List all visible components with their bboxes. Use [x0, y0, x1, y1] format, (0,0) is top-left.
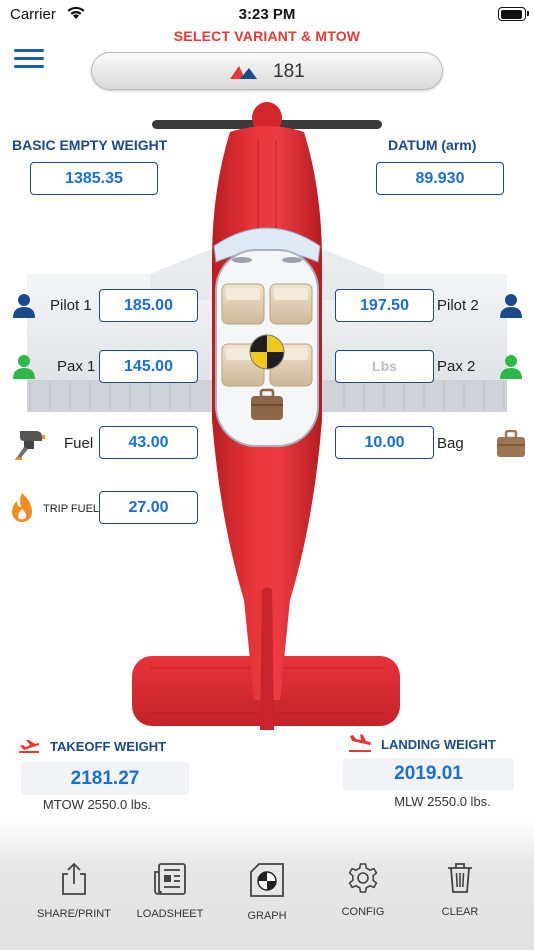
fuel-label: Fuel [64, 435, 94, 452]
pilot1-person-icon [13, 294, 35, 318]
trip-fuel-label: TRIP FUEL [43, 503, 100, 515]
baggage-icon [497, 430, 525, 457]
mtow-label: MTOW 2550.0 lbs. [42, 797, 152, 812]
share-icon [62, 862, 86, 895]
mlw-label: MLW 2550.0 lbs. [394, 794, 491, 809]
loadsheet-icon [154, 863, 186, 895]
trash-icon [448, 863, 472, 893]
basic-empty-weight-field[interactable]: 1385.35 [30, 162, 158, 195]
pax2-label: Pax 2 [437, 358, 476, 375]
takeoff-plane-icon [19, 740, 40, 753]
share-print-button[interactable]: SHARE/PRINT [29, 862, 119, 920]
cg-target-icon [249, 334, 285, 370]
graph-button[interactable]: GRAPH [222, 862, 312, 922]
bottom-toolbar: SHARE/PRINT LOADSHEET GRAPH CONFIG CLEAR [0, 820, 534, 950]
trip-fuel-field[interactable]: 27.00 [99, 491, 198, 524]
pax1-field[interactable]: 145.00 [99, 350, 198, 383]
clear-button[interactable]: CLEAR [415, 862, 505, 918]
fuel-field[interactable]: 43.00 [99, 426, 198, 459]
loadsheet-label: LOADSHEET [136, 908, 204, 920]
pilot1-label: Pilot 1 [50, 297, 92, 314]
graph-icon [250, 863, 284, 897]
config-button[interactable]: CONFIG [318, 862, 408, 918]
trip-fuel-flame-icon [12, 493, 32, 522]
bag-label: Bag [437, 435, 464, 452]
pilot2-field[interactable]: 197.50 [335, 289, 434, 322]
config-label: CONFIG [341, 906, 385, 918]
fuel-nozzle-icon [15, 431, 45, 460]
pilot1-field[interactable]: 185.00 [99, 289, 198, 322]
gear-icon [348, 863, 378, 893]
clear-label: CLEAR [441, 906, 479, 918]
pilot2-label: Pilot 2 [437, 297, 479, 314]
pax1-person-icon [13, 355, 35, 379]
graph-label: GRAPH [247, 910, 287, 922]
pax1-label: Pax 1 [57, 358, 96, 375]
vertical-fin [260, 587, 274, 730]
landing-weight-title: LANDING WEIGHT [381, 737, 496, 752]
datum-field[interactable]: 89.930 [376, 162, 504, 195]
loadsheet-button[interactable]: LOADSHEET [125, 862, 215, 920]
pax2-person-icon [500, 355, 522, 379]
landing-plane-icon [349, 734, 371, 752]
takeoff-weight-value: 2181.27 [21, 762, 189, 795]
share-print-label: SHARE/PRINT [37, 908, 111, 920]
bag-field[interactable]: 10.00 [335, 426, 434, 459]
takeoff-weight-title: TAKEOFF WEIGHT [50, 739, 167, 754]
landing-weight-value: 2019.01 [343, 758, 514, 790]
datum-label: DATUM (arm) [388, 137, 477, 153]
pilot2-person-icon [500, 294, 522, 318]
pax2-field[interactable]: Lbs [335, 350, 434, 383]
basic-empty-weight-label: BASIC EMPTY WEIGHT [12, 137, 168, 153]
